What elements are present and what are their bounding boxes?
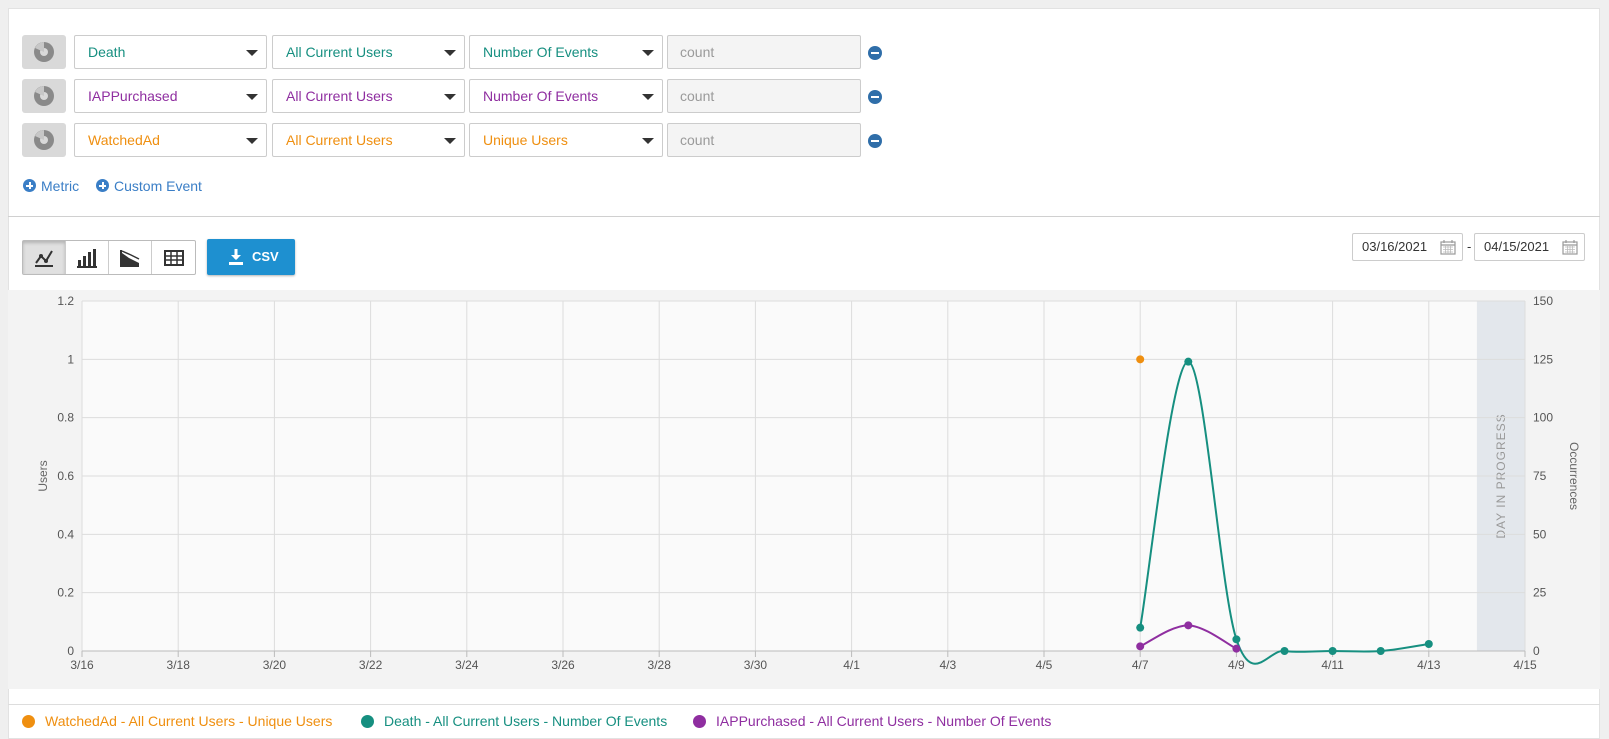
y-left-tick-label: 0.8 (57, 411, 74, 425)
y-left-tick-label: 0 (67, 644, 74, 658)
chart-legend: WatchedAd - All Current Users - Unique U… (8, 704, 1600, 735)
x-tick-label: 4/11 (1321, 658, 1344, 672)
data-point (1232, 644, 1241, 653)
x-tick-label: 3/24 (455, 658, 479, 672)
data-point (1136, 642, 1145, 651)
y-right-tick-label: 150 (1533, 294, 1553, 308)
legend-label: IAPPurchased - All Current Users - Numbe… (716, 713, 1052, 729)
y-right-tick-label: 25 (1533, 586, 1547, 600)
y-left-tick-label: 1.2 (57, 294, 74, 308)
data-point (1184, 357, 1193, 366)
y-left-tick-label: 0.6 (57, 469, 74, 483)
y-left-tick-label: 0.2 (57, 586, 74, 600)
legend-label: WatchedAd - All Current Users - Unique U… (45, 713, 333, 729)
y-right-tick-label: 125 (1533, 352, 1553, 366)
legend-item[interactable]: Death - All Current Users - Number Of Ev… (361, 713, 667, 729)
data-point (1136, 355, 1145, 364)
y-right-tick-label: 0 (1533, 644, 1540, 658)
x-tick-label: 3/28 (648, 658, 672, 672)
legend-swatch (693, 714, 706, 728)
data-point (1424, 640, 1433, 648)
legend-item[interactable]: WatchedAd - All Current Users - Unique U… (22, 713, 332, 729)
x-tick-label: 4/7 (1132, 658, 1149, 672)
x-tick-label: 4/1 (843, 658, 860, 672)
line-chart: DAY IN PROGRESS3/16 3/18 3/20 3/22 3/24 3/26 3… (36, 294, 1581, 672)
legend-swatch (22, 714, 35, 728)
y-right-axis-label: Occurrences (1567, 442, 1581, 510)
y-right-tick-label: 100 (1533, 411, 1553, 425)
x-tick-label: 3/30 (744, 658, 768, 672)
legend-label: Death - All Current Users - Number Of Ev… (384, 713, 668, 729)
x-tick-label: 4/13 (1417, 658, 1441, 672)
x-tick-label: 3/26 (551, 658, 575, 672)
legend-item[interactable]: IAPPurchased - All Current Users - Numbe… (693, 713, 1051, 729)
x-tick-label: 3/18 (167, 658, 191, 672)
y-left-tick-label: 0.4 (57, 527, 74, 541)
x-tick-label: 3/20 (263, 658, 287, 672)
y-right-tick-label: 50 (1533, 527, 1547, 541)
y-left-tick-label: 1 (67, 352, 74, 366)
data-point (1232, 635, 1241, 644)
data-point (1328, 647, 1337, 655)
x-tick-label: 4/5 (1036, 658, 1053, 672)
data-point (1280, 647, 1289, 655)
x-tick-label: 3/22 (359, 658, 383, 672)
y-right-tick-label: 75 (1533, 469, 1547, 483)
x-tick-label: 4/3 (939, 658, 956, 672)
data-point (1376, 647, 1385, 655)
x-tick-label: 4/9 (1228, 658, 1245, 672)
x-tick-label: 3/16 (70, 658, 94, 672)
legend-swatch (361, 714, 374, 728)
y-left-axis-label: Users (36, 460, 50, 491)
data-point (1184, 621, 1193, 630)
x-tick-label: 4/15 (1513, 658, 1537, 672)
data-point (1136, 623, 1145, 632)
